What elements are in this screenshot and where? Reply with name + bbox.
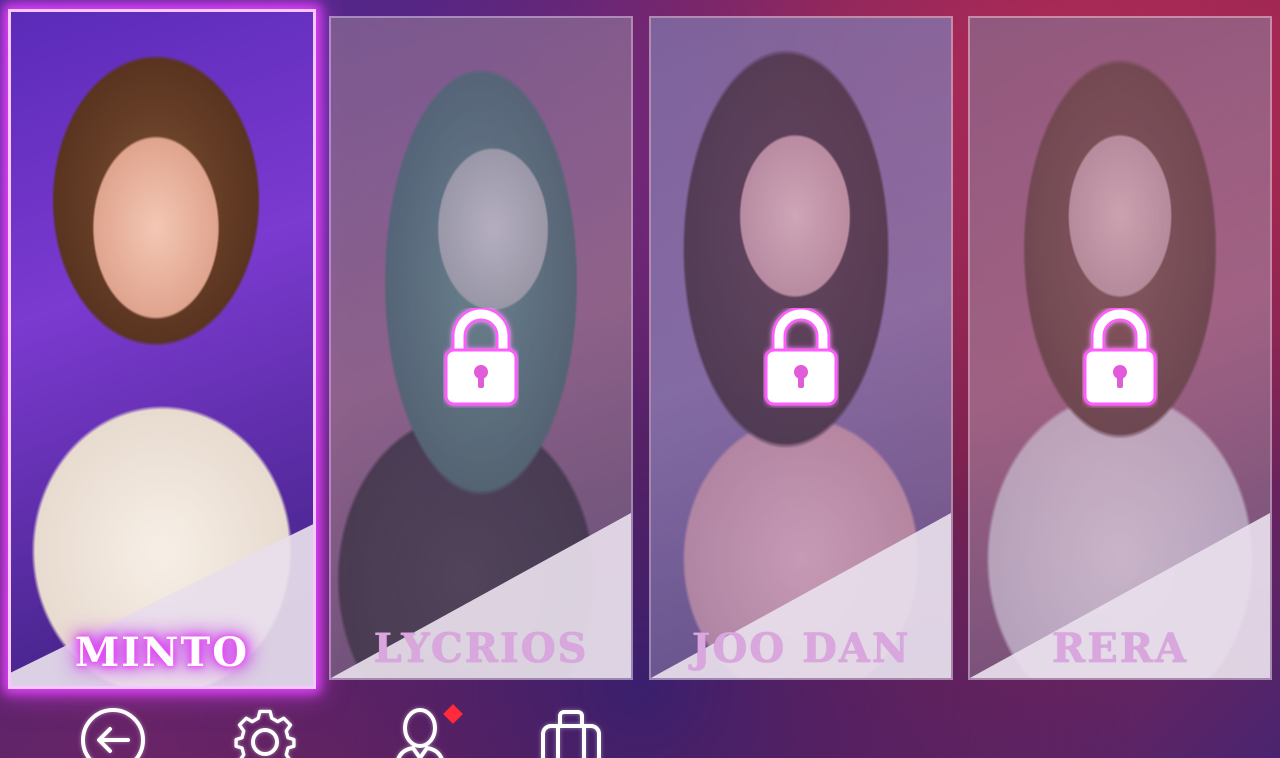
lock-icon (444, 308, 518, 406)
character-name: MINTO (74, 629, 250, 676)
character-card-lycrios[interactable]: LYCRIOS (329, 16, 633, 680)
lock-icon (1083, 308, 1157, 406)
character-card-rera[interactable]: RERA (968, 16, 1272, 680)
settings-button[interactable] (230, 704, 300, 758)
character-name: LYCRIOS (373, 625, 589, 672)
gear-icon (234, 709, 296, 758)
character-card-joo-dan[interactable]: JOO DAN (649, 16, 953, 680)
lock-icon (764, 308, 838, 406)
back-button[interactable] (78, 704, 148, 758)
back-arrow-circle-icon (81, 708, 145, 758)
inventory-button[interactable] (536, 704, 606, 758)
suitcase-icon (541, 710, 601, 758)
character-name: JOO DAN (691, 625, 911, 672)
character-card-minto[interactable]: MINTO (8, 9, 316, 689)
character-name: RERA (1051, 625, 1188, 672)
